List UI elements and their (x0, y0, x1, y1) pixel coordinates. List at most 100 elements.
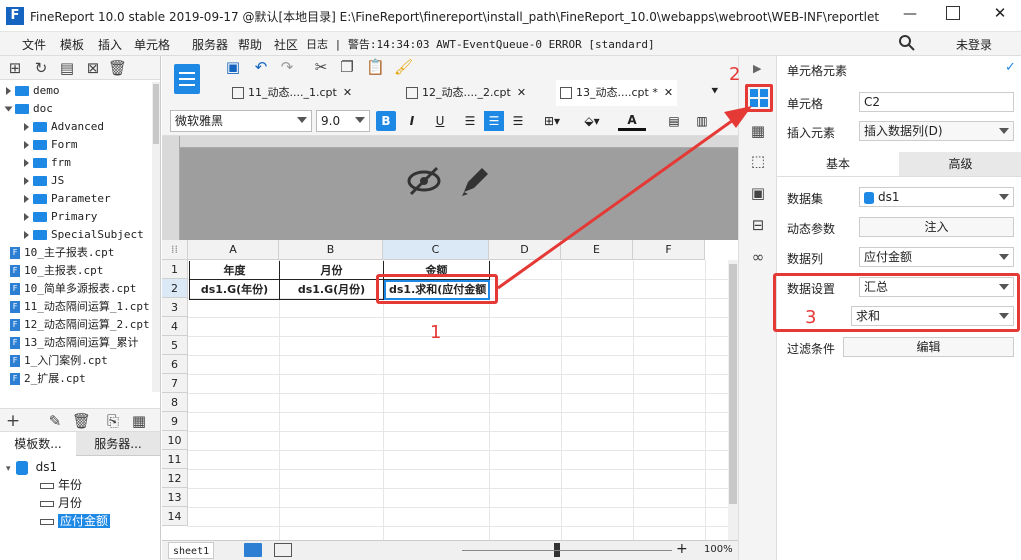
link-icon[interactable]: ∞ (749, 248, 767, 266)
tree-folder[interactable]: Advanced (24, 118, 104, 136)
lock-icon[interactable]: ⊠ (84, 59, 102, 77)
tree-folder[interactable]: JS (24, 172, 64, 190)
expand-icon[interactable] (4, 106, 13, 112)
expand-icon[interactable] (24, 123, 29, 131)
insert-element-select[interactable]: 插入数据列(D) (859, 121, 1014, 141)
column-header[interactable]: F (633, 240, 705, 260)
font-family-select[interactable]: 微软雅黑 (170, 110, 312, 132)
expand-icon[interactable] (24, 159, 29, 167)
tab-server-data[interactable]: 服务器... (80, 432, 156, 456)
cell-attribute-icon[interactable]: ▦ (749, 122, 767, 140)
row-header[interactable]: 12 (162, 469, 188, 488)
tab-basic[interactable]: 基本 (777, 152, 899, 176)
fill-color-icon[interactable]: ⬙▾ (578, 111, 606, 131)
menu-server[interactable]: 服务器 (192, 36, 228, 53)
font-size-select[interactable]: 9.0 (316, 110, 370, 132)
tab-template-13-active[interactable]: 13_动态....cpt * ✕ (556, 80, 678, 106)
edit-icon[interactable]: ✎ (46, 412, 64, 430)
pencil-icon[interactable] (458, 164, 490, 198)
undo-icon[interactable]: ↶ (252, 58, 270, 76)
cell-A1[interactable]: 年度 (189, 261, 280, 280)
menu-help[interactable]: 帮助 (238, 36, 262, 53)
tree-file[interactable]: F 10_主子报表.cpt (10, 244, 114, 262)
row-header[interactable]: 1 (162, 260, 188, 279)
cell-B1[interactable]: 月份 (280, 261, 384, 280)
font-color-icon[interactable]: A (618, 111, 646, 131)
dataset-node[interactable]: ▾ ds1 (6, 458, 57, 476)
row-header[interactable]: 9 (162, 412, 188, 431)
tree-file[interactable]: F 13_动态隔间运算_累计 (10, 334, 139, 352)
row-header[interactable]: 4 (162, 317, 188, 336)
inject-button[interactable]: 注入 (859, 217, 1014, 237)
cell-B2[interactable]: ds1.G(月份) (280, 280, 384, 300)
column-header[interactable]: C (383, 240, 489, 260)
border-icon[interactable]: ⊞▾ (538, 111, 566, 131)
tab-template-11[interactable]: 11_动态...._1.cpt ✕ (232, 80, 352, 106)
dataset-select[interactable]: ds1 (859, 187, 1014, 207)
row-header[interactable]: 14 (162, 507, 188, 526)
sheet-tab[interactable]: sheet1 (168, 542, 215, 559)
column-header[interactable]: A (188, 240, 279, 260)
tree-scrollbar[interactable] (152, 82, 160, 392)
add-form-sheet-icon[interactable] (274, 543, 292, 557)
tree-file[interactable]: F 1_入门案例.cpt (10, 352, 108, 370)
row-header[interactable]: 8 (162, 393, 188, 412)
row-header[interactable]: 7 (162, 374, 188, 393)
hide-icon[interactable] (406, 164, 442, 198)
grid-scrollbar[interactable] (728, 260, 738, 540)
cell-input[interactable]: C2 (859, 92, 1014, 112)
tree-folder[interactable]: Parameter (24, 190, 111, 208)
column-header[interactable]: E (561, 240, 633, 260)
field-item[interactable]: 年份 (40, 477, 82, 494)
widget-icon[interactable]: ⬚ (749, 152, 767, 170)
format-painter-icon[interactable]: 🖌 (394, 58, 413, 76)
menu-file[interactable]: 文件 (22, 36, 46, 53)
data-setting-select[interactable]: 汇总 (859, 277, 1014, 297)
open-icon[interactable]: ▤ (58, 59, 76, 77)
menu-insert[interactable]: 插入 (98, 36, 122, 53)
cell-element-icon[interactable] (750, 89, 768, 107)
expand-icon[interactable]: ▶ (753, 62, 761, 75)
edit-filter-button[interactable]: 编辑 (843, 337, 1014, 357)
cut-icon[interactable]: ✂ (312, 58, 330, 76)
tree-folder[interactable]: demo (6, 82, 60, 100)
add-sheet-icon[interactable] (244, 543, 262, 557)
paste-icon[interactable]: 📋 (366, 58, 385, 76)
hyperlink-icon[interactable]: ⊟ (749, 216, 767, 234)
delete-icon[interactable]: 🗑 (108, 59, 127, 77)
delete-icon[interactable]: 🗑 (72, 412, 91, 430)
italic-icon[interactable]: I (402, 111, 422, 131)
data-column-select[interactable]: 应付金额 (859, 247, 1014, 267)
cell-A2[interactable]: ds1.G(年份) (189, 280, 280, 300)
tab-list-icon[interactable]: ⯆ (710, 84, 720, 99)
split-icon[interactable]: ▥ (692, 111, 712, 131)
expand-icon[interactable] (24, 195, 29, 203)
expand-icon[interactable] (24, 231, 29, 239)
tab-template-data[interactable]: 模板数... (0, 432, 76, 456)
align-right-icon[interactable]: ☰ (508, 111, 528, 131)
column-header[interactable]: D (489, 240, 561, 260)
minimize-button[interactable]: — (900, 6, 920, 24)
save-icon[interactable]: ▣ (224, 58, 242, 76)
bold-icon[interactable]: B (376, 111, 396, 131)
refresh-icon[interactable]: ↻ (32, 59, 50, 77)
pin-icon[interactable]: ✓ (1005, 60, 1016, 75)
settings-icon[interactable]: ▦ (130, 412, 148, 430)
align-center-icon[interactable]: ☰ (484, 111, 504, 131)
tree-folder[interactable]: frm (24, 154, 71, 172)
tree-file[interactable]: F 2_扩展.cpt (10, 370, 86, 388)
tree-file[interactable]: F 11_动态隔间运算_1.cpt (10, 298, 150, 316)
tree-file[interactable]: F 10_简单多源报表.cpt (10, 280, 136, 298)
template-icon[interactable] (174, 64, 200, 94)
tab-advanced[interactable]: 高级 (899, 152, 1021, 176)
preview-icon[interactable]: ⎘ (104, 412, 122, 430)
merge-icon[interactable]: ▤ (664, 111, 684, 131)
expand-icon[interactable] (24, 213, 29, 221)
row-header[interactable]: 6 (162, 355, 188, 374)
tab-template-12[interactable]: 12_动态...._2.cpt ✕ (406, 80, 526, 106)
zoom-in-icon[interactable]: + (676, 541, 688, 557)
add-icon[interactable]: + (4, 412, 22, 430)
login-button[interactable]: 未登录 (956, 36, 992, 53)
tree-folder[interactable]: SpecialSubject (24, 226, 144, 244)
row-header[interactable]: 11 (162, 450, 188, 469)
